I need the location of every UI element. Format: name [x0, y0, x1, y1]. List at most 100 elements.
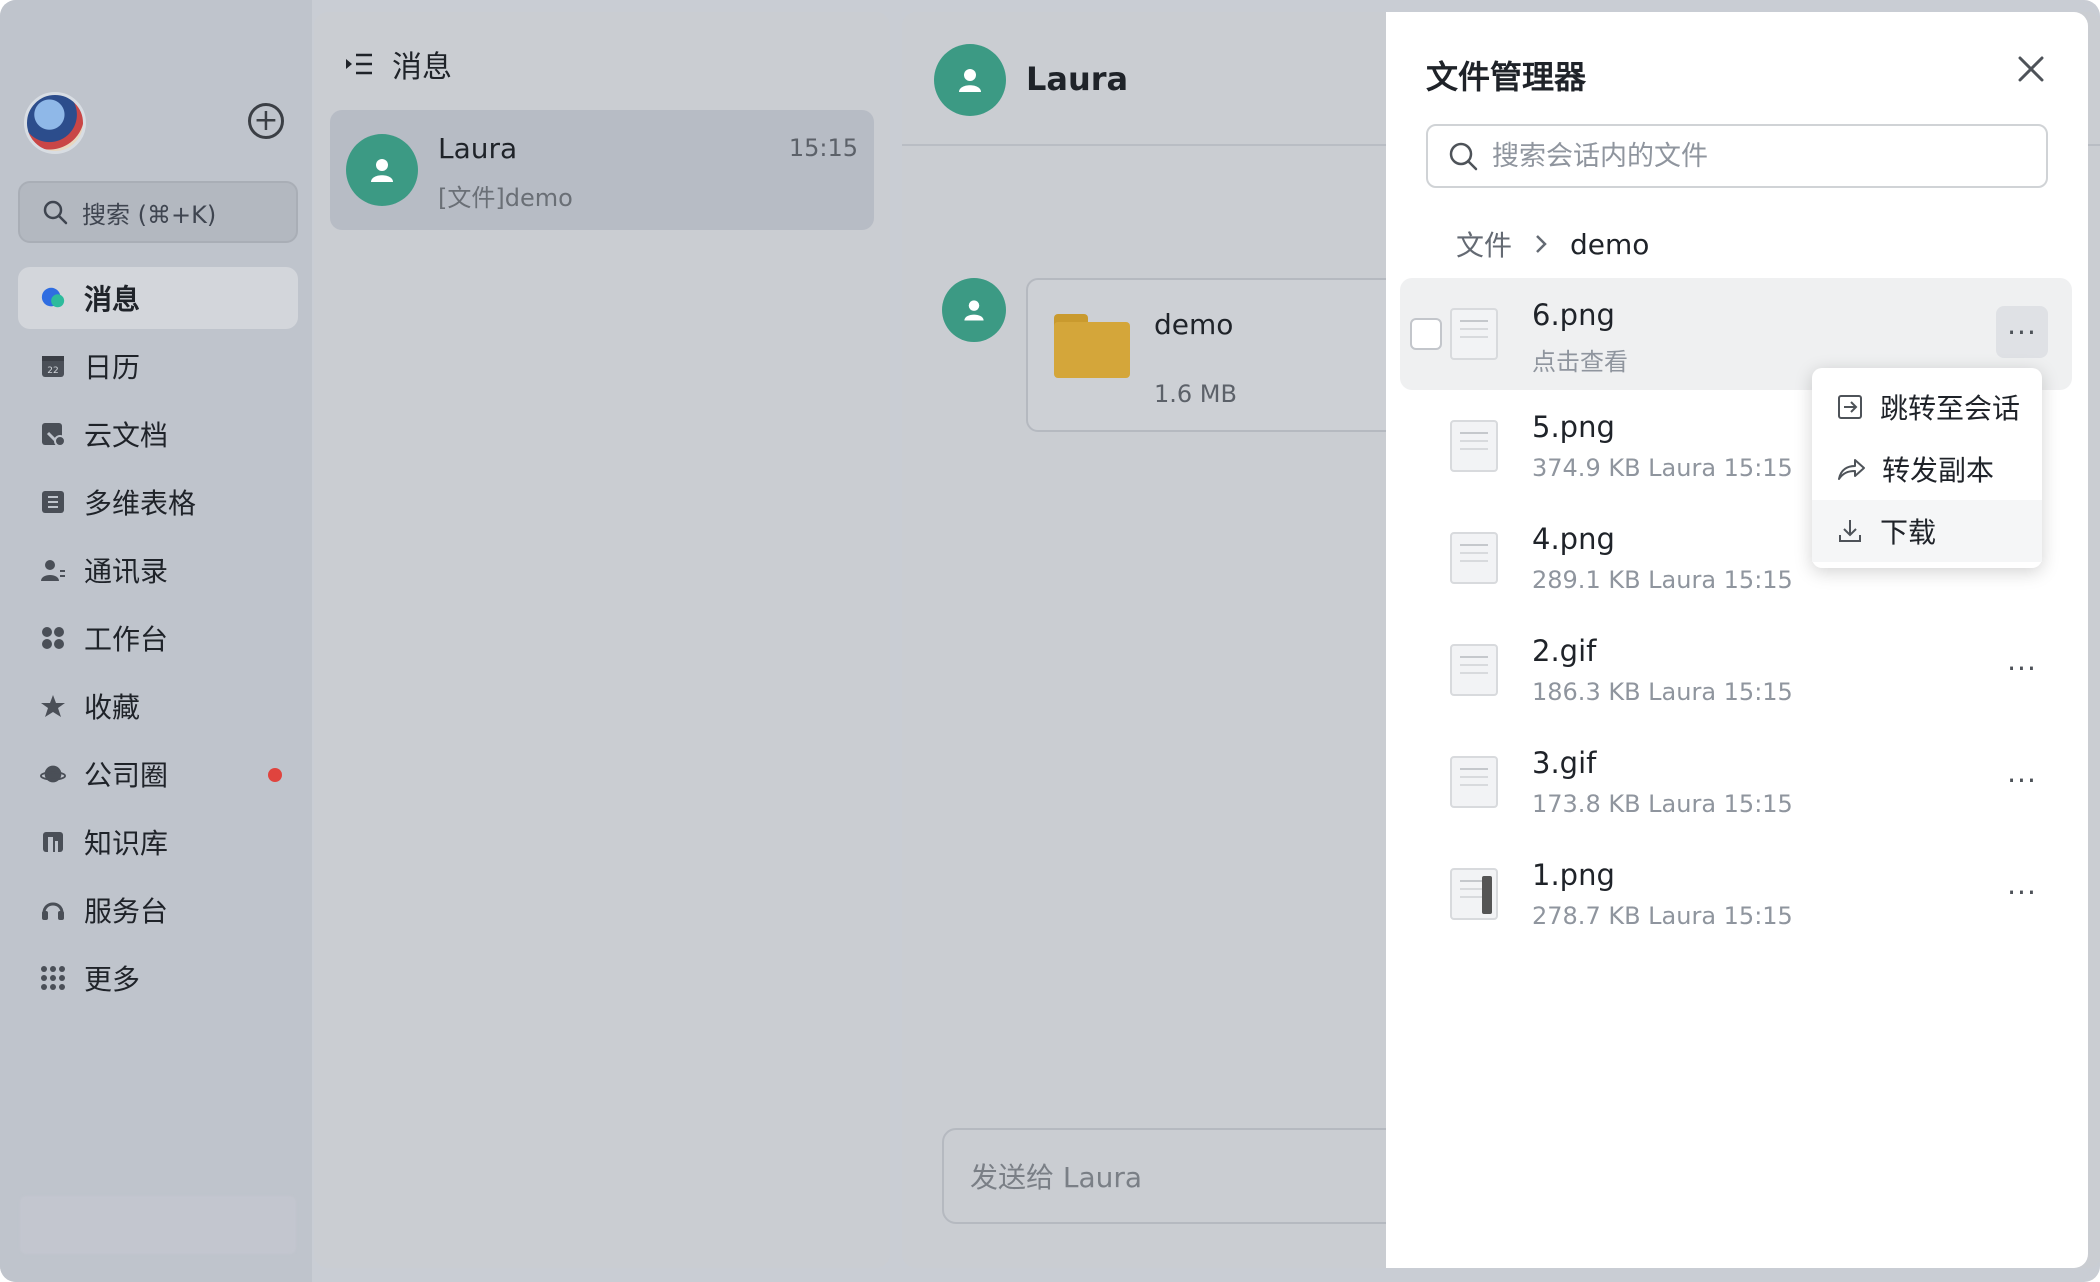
breadcrumb-item-files[interactable]: 文件 — [1456, 224, 1512, 264]
sidebar-search[interactable]: 搜索 (⌘+K) — [18, 181, 298, 243]
chat-contact-name[interactable]: Laura — [1026, 60, 1128, 98]
file-row[interactable]: 2.gif 186.3 KB Laura 15:15 ··· — [1400, 614, 2072, 726]
image-thumbnail-icon — [1450, 756, 1498, 808]
workspace-icon — [40, 625, 66, 651]
share-icon — [1838, 459, 1865, 480]
file-row[interactable]: 1.png 278.7 KB Laura 15:15 ··· — [1400, 838, 2072, 950]
sidebar-item-contacts[interactable]: 通讯录 — [18, 539, 298, 601]
image-thumbnail-icon — [1450, 420, 1498, 472]
menu-item-download[interactable]: 下载 — [1812, 500, 2042, 562]
more-options-button[interactable]: ··· — [1996, 306, 2048, 358]
notification-dot — [268, 768, 282, 782]
message-input-placeholder: 发送给 Laura — [970, 1161, 1143, 1194]
file-search-box[interactable] — [1426, 124, 2048, 188]
sidebar-item-cloud-docs[interactable]: 云文档 — [18, 403, 298, 465]
chevron-right-icon — [1536, 235, 1547, 253]
sidebar-nav: 消息 22 日历 云文档 多维表格 通讯录 工作台 收藏 公司圈 知识库 服务台… — [18, 267, 298, 1015]
headset-icon — [40, 897, 66, 923]
image-thumbnail-icon — [1450, 532, 1498, 584]
sidebar-item-favorites[interactable]: 收藏 — [18, 675, 298, 737]
jump-icon — [1838, 395, 1862, 419]
list-toggle-icon[interactable] — [344, 51, 374, 77]
file-row[interactable]: 3.gif 173.8 KB Laura 15:15 ··· — [1400, 726, 2072, 838]
svg-text:22: 22 — [47, 366, 58, 376]
grid-icon — [40, 965, 66, 991]
conversation-preview: [文件]demo — [438, 184, 573, 212]
conversation-item[interactable]: Laura 15:15 [文件]demo — [330, 110, 874, 230]
sidebar-item-wiki[interactable]: 知识库 — [18, 811, 298, 873]
menu-item-label: 跳转至会话 — [1880, 392, 2021, 425]
conversation-list-panel: 消息 Laura 15:15 [文件]demo — [314, 12, 890, 1268]
sidebar-item-label: 通讯录 — [84, 555, 169, 588]
conversation-list-header: 消息 — [344, 42, 452, 86]
book-icon — [40, 829, 66, 855]
folder-icon — [1054, 314, 1130, 378]
more-options-button[interactable]: ··· — [1996, 754, 2048, 806]
download-icon — [1839, 520, 1861, 542]
sidebar-search-placeholder: 搜索 (⌘+K) — [82, 200, 217, 229]
sidebar-item-bitable[interactable]: 多维表格 — [18, 471, 298, 533]
avatar — [346, 134, 418, 206]
conversation-list-title: 消息 — [392, 50, 452, 85]
image-thumbnail-icon — [1450, 644, 1498, 696]
file-meta[interactable]: 点击查看 — [1532, 342, 1628, 377]
sidebar-item-label: 更多 — [84, 963, 141, 996]
more-options-button[interactable]: ··· — [1996, 642, 2048, 694]
user-avatar[interactable] — [24, 92, 86, 154]
menu-item-jump-to-chat[interactable]: 跳转至会话 — [1812, 376, 2042, 438]
image-thumbnail-icon — [1450, 308, 1498, 360]
avatar[interactable] — [934, 44, 1006, 116]
breadcrumb: 文件 demo — [1456, 224, 1649, 264]
image-thumbnail-icon — [1450, 868, 1498, 920]
file-meta: 289.1 KB Laura 15:15 — [1532, 566, 1793, 594]
file-name: 2.gif — [1532, 634, 1597, 668]
cloud-doc-icon — [40, 421, 66, 447]
message-avatar[interactable] — [942, 278, 1006, 342]
file-manager-title: 文件管理器 — [1426, 58, 1587, 96]
file-manager-panel: 文件管理器 文件 demo 6.png 点击查看 ··· 5.png 374.9… — [1386, 12, 2088, 1268]
file-message-name: demo — [1154, 308, 1234, 341]
search-icon — [1449, 142, 1478, 171]
sidebar-item-more[interactable]: 更多 — [18, 947, 298, 1009]
file-meta: 173.8 KB Laura 15:15 — [1532, 790, 1793, 818]
sidebar: + 搜索 (⌘+K) 消息 22 日历 云文档 多维表格 通讯录 工作台 收藏 … — [0, 0, 312, 1282]
star-icon — [40, 693, 66, 719]
file-search-input[interactable] — [1492, 140, 2012, 172]
sidebar-item-workspace[interactable]: 工作台 — [18, 607, 298, 669]
sidebar-item-label: 多维表格 — [84, 487, 197, 520]
breadcrumb-item-current: demo — [1570, 227, 1650, 261]
menu-item-label: 转发副本 — [1882, 454, 1995, 487]
sidebar-item-helpdesk[interactable]: 服务台 — [18, 879, 298, 941]
file-meta: 186.3 KB Laura 15:15 — [1532, 678, 1793, 706]
sidebar-footer-blurred — [20, 1196, 296, 1254]
search-icon — [43, 200, 68, 225]
menu-item-forward-copy[interactable]: 转发副本 — [1812, 438, 2042, 500]
file-context-menu: 跳转至会话 转发副本 下载 — [1812, 368, 2042, 568]
message-icon — [40, 285, 66, 311]
close-icon[interactable] — [2014, 52, 2048, 86]
sidebar-item-label: 日历 — [84, 351, 141, 384]
conversation-time: 15:15 — [788, 134, 858, 162]
file-name: 3.gif — [1532, 746, 1597, 780]
calendar-icon: 22 — [40, 353, 66, 379]
app-window: + 搜索 (⌘+K) 消息 22 日历 云文档 多维表格 通讯录 工作台 收藏 … — [0, 0, 2100, 1282]
planet-icon — [40, 761, 66, 787]
sidebar-item-label: 收藏 — [84, 691, 141, 724]
sidebar-item-label: 知识库 — [84, 827, 169, 860]
sidebar-item-label: 云文档 — [84, 419, 169, 452]
file-meta: 278.7 KB Laura 15:15 — [1532, 902, 1793, 930]
file-checkbox[interactable] — [1410, 318, 1442, 350]
sidebar-item-moments[interactable]: 公司圈 — [18, 743, 298, 805]
person-icon — [959, 69, 981, 92]
file-meta: 374.9 KB Laura 15:15 — [1532, 454, 1793, 482]
sidebar-item-messages[interactable]: 消息 — [18, 267, 298, 329]
table-icon — [40, 489, 66, 515]
more-options-button[interactable]: ··· — [1996, 866, 2048, 918]
person-icon — [964, 300, 984, 321]
file-name: 1.png — [1532, 858, 1615, 892]
add-button[interactable]: + — [248, 103, 284, 139]
sidebar-item-label: 服务台 — [84, 895, 169, 928]
sidebar-item-label: 公司圈 — [84, 759, 169, 792]
sidebar-item-calendar[interactable]: 22 日历 — [18, 335, 298, 397]
conversation-name: Laura — [438, 132, 518, 165]
